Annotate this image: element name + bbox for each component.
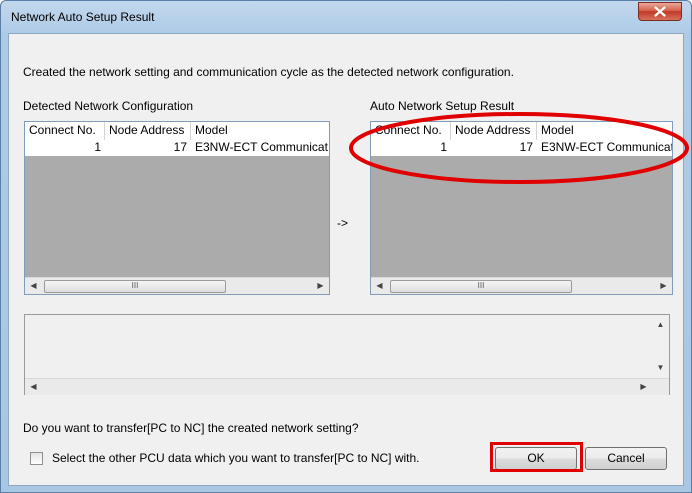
message-log-area[interactable]: ▲ ▼ ◀ ▶	[24, 314, 670, 395]
scroll-right-icon[interactable]: ▶	[655, 278, 672, 294]
column-header-model[interactable]: Model	[191, 122, 329, 140]
horizontal-scrollbar[interactable]: ◀ III ▶	[371, 277, 672, 294]
transfer-other-data-label[interactable]: Select the other PCU data which you want…	[52, 451, 420, 465]
transfer-question: Do you want to transfer[PC to NC] the cr…	[23, 421, 359, 435]
scroll-right-icon[interactable]: ▶	[635, 379, 652, 395]
detected-config-list[interactable]: Connect No. Node Address Model 1 17 E3NW…	[24, 121, 330, 295]
table-row[interactable]: 1 17 E3NW-ECT Communicat	[25, 140, 329, 156]
window-title: Network Auto Setup Result	[11, 10, 155, 24]
arrow-label: ->	[337, 216, 349, 230]
horizontal-scrollbar[interactable]: ◀ III ▶	[25, 277, 329, 294]
horizontal-scrollbar[interactable]: ◀ ▶	[25, 378, 669, 395]
scroll-thumb[interactable]: III	[44, 280, 226, 293]
scroll-right-icon[interactable]: ▶	[312, 278, 329, 294]
close-button[interactable]	[638, 2, 682, 21]
scroll-up-icon[interactable]: ▲	[652, 317, 669, 333]
vertical-scrollbar[interactable]: ▲ ▼	[652, 315, 669, 378]
cell-node-address: 17	[173, 140, 187, 154]
cell-model: E3NW-ECT Communicat	[195, 140, 328, 154]
cell-connect-no: 1	[94, 140, 101, 154]
scroll-left-icon[interactable]: ◀	[371, 278, 388, 294]
detected-config-label: Detected Network Configuration	[23, 99, 194, 113]
scroll-left-icon[interactable]: ◀	[25, 278, 42, 294]
result-highlight-ellipse	[349, 112, 689, 184]
column-header-connect-no[interactable]: Connect No.	[25, 122, 105, 140]
column-header-node-address[interactable]: Node Address	[105, 122, 191, 140]
title-bar[interactable]: Network Auto Setup Result	[1, 1, 691, 33]
scroll-thumb[interactable]: III	[390, 280, 572, 293]
cancel-button[interactable]: Cancel	[585, 447, 667, 470]
description-text: Created the network setting and communic…	[23, 65, 514, 79]
dialog-window: Network Auto Setup Result Created the ne…	[0, 0, 692, 493]
ok-highlight-rectangle	[490, 442, 583, 472]
cancel-button-label: Cancel	[607, 451, 645, 465]
close-icon	[654, 6, 666, 17]
scroll-left-icon[interactable]: ◀	[25, 379, 42, 395]
scroll-down-icon[interactable]: ▼	[652, 360, 669, 376]
transfer-other-data-checkbox[interactable]	[30, 452, 43, 465]
list-header: Connect No. Node Address Model	[25, 122, 329, 141]
dialog-client-area: Created the network setting and communic…	[8, 33, 684, 486]
